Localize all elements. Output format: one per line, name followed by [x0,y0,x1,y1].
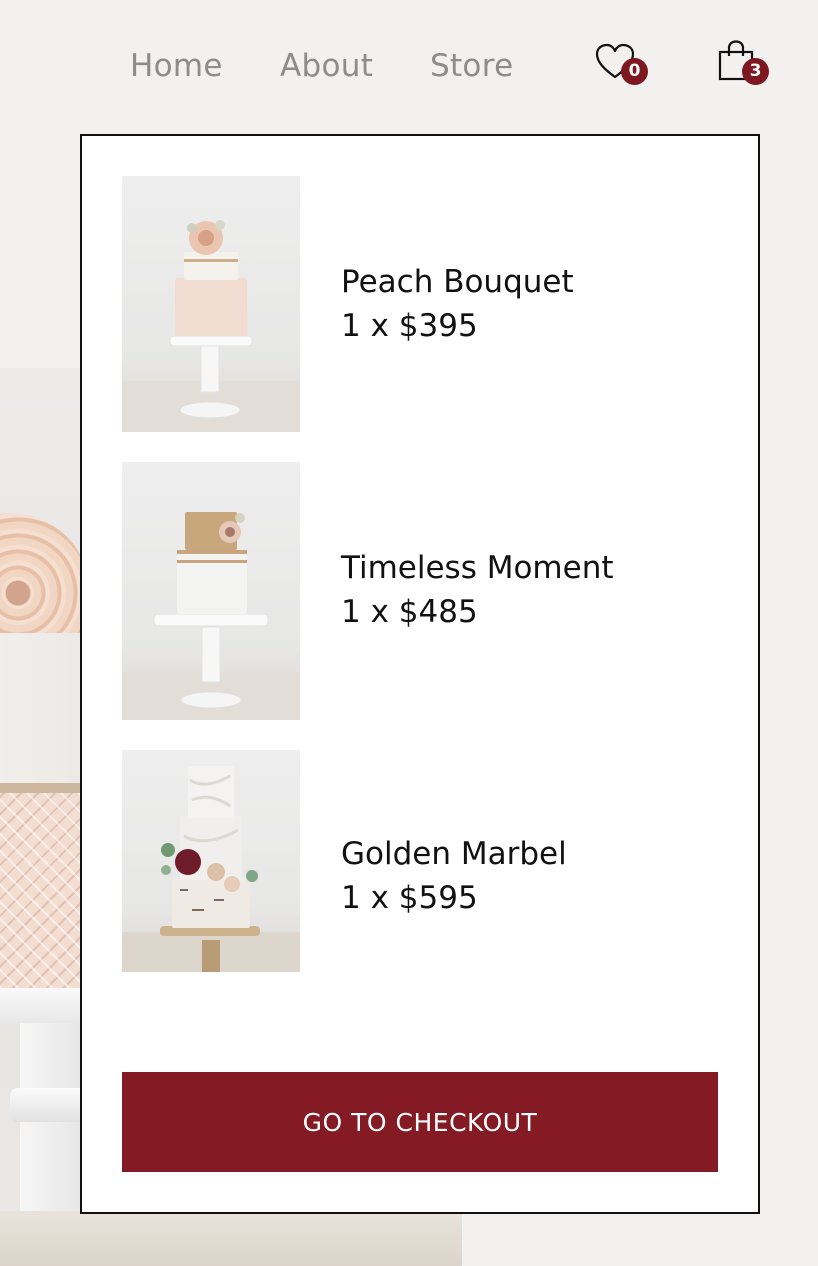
golden-marbel-cake-image [122,766,300,972]
cart-count-badge: 3 [742,58,769,85]
nav-link-store[interactable]: Store [430,48,513,84]
nav-link-about[interactable]: About [280,48,373,84]
cart-item-price: 1 x $395 [341,308,478,344]
wishlist-button[interactable]: 0 [594,40,652,88]
table-surface [0,1211,462,1266]
cart-item[interactable]: Golden Marbel 1 x $595 [122,750,718,972]
cart-item[interactable]: Timeless Moment 1 x $485 [122,462,718,720]
cart-item-image [122,750,300,972]
cart-button[interactable]: 3 [716,40,774,88]
peach-bouquet-cake-image [122,220,300,432]
cart-item-image [122,462,300,720]
cart-item-name: Peach Bouquet [341,264,574,300]
cart-item-price: 1 x $485 [341,594,478,630]
top-nav: Home About Store 0 3 [0,40,818,98]
cart-item[interactable]: Peach Bouquet 1 x $395 [122,176,718,432]
nav-link-home[interactable]: Home [130,48,223,84]
wishlist-count-badge: 0 [621,58,648,85]
cart-item-name: Timeless Moment [341,550,614,586]
checkout-button[interactable]: GO TO CHECKOUT [122,1072,718,1172]
cart-item-price: 1 x $595 [341,880,478,916]
cart-dropdown: Peach Bouquet 1 x $395 Timeless Moment 1… [80,134,760,1214]
cart-item-name: Golden Marbel [341,836,567,872]
timeless-moment-cake-image [122,512,300,720]
cart-item-image [122,176,300,432]
